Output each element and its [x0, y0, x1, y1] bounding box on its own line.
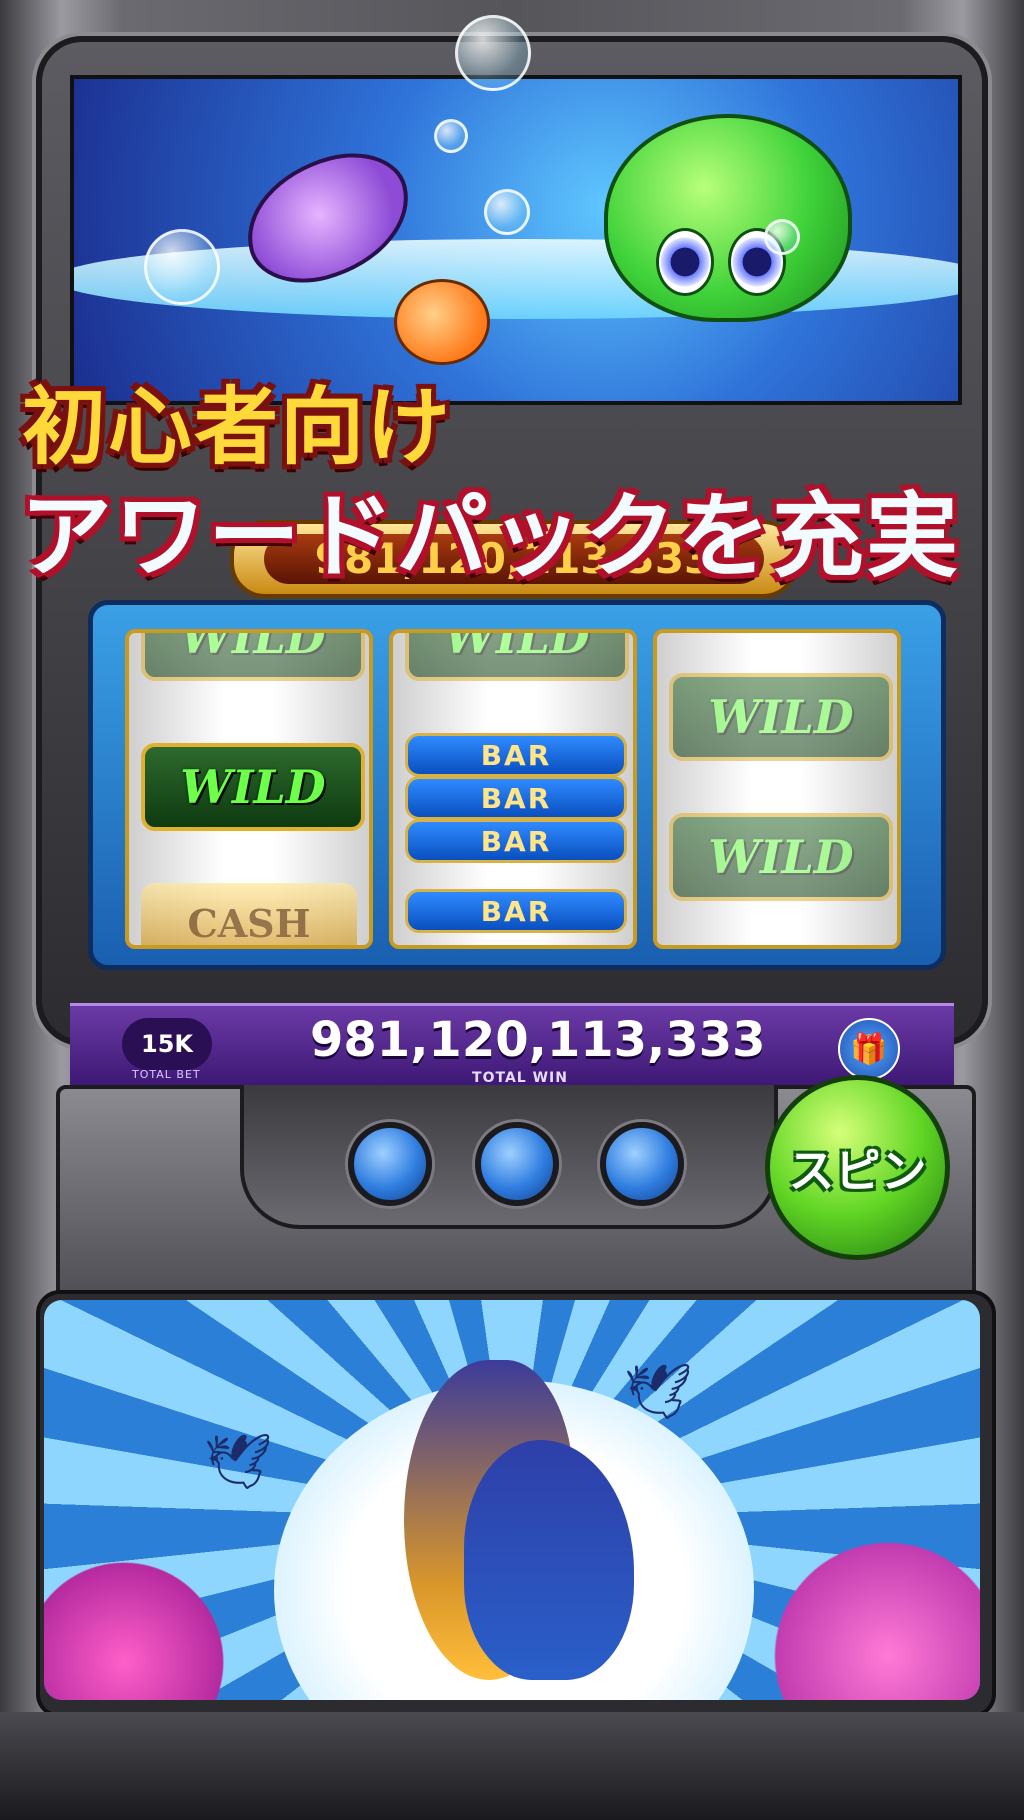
reel-symbol: WILD: [669, 673, 893, 761]
reel-window: WILD WILD CASH WILD BAR BAR BAR BAR WILD…: [88, 600, 946, 970]
info-bar: 15K TOTAL BET 981,120,113,333 TOTAL WIN …: [70, 1003, 954, 1086]
top-artwork: [70, 75, 962, 405]
bubble: [144, 229, 220, 305]
cabinet-base: [0, 1712, 1024, 1820]
squid-eye-left: [656, 228, 714, 296]
bubble: [434, 119, 468, 153]
reel-symbol: WILD: [141, 633, 365, 681]
reel-symbol: WILD: [405, 633, 629, 681]
reel-symbol: BAR: [405, 776, 627, 820]
total-bet-label: TOTAL BET: [132, 1068, 201, 1081]
reel-3: WILD WILD: [653, 629, 901, 949]
bubble: [764, 219, 800, 255]
total-bet-value[interactable]: 15K: [122, 1018, 212, 1070]
coral-left: [44, 1550, 244, 1700]
top-bubble: [455, 15, 531, 91]
bottom-artwork: 🕊 🕊: [44, 1300, 980, 1700]
stop-button-1[interactable]: [348, 1122, 432, 1206]
gift-icon[interactable]: 🎁: [838, 1018, 900, 1080]
fish-character: [394, 279, 490, 365]
seagull-icon: 🕊: [204, 1430, 273, 1493]
reel-1: WILD WILD CASH: [125, 629, 373, 949]
spin-button[interactable]: スピン: [765, 1075, 950, 1260]
reel-2: WILD BAR BAR BAR BAR: [389, 629, 637, 949]
reel-symbol: BAR: [405, 733, 627, 777]
reel-symbol: WILD: [669, 813, 893, 901]
stop-button-2[interactable]: [475, 1122, 559, 1206]
coral-right: [750, 1530, 980, 1700]
stop-button-3[interactable]: [600, 1122, 684, 1206]
seagull-icon: 🕊: [624, 1360, 693, 1423]
total-win-value: 981,120,113,333: [310, 1012, 766, 1068]
reel-symbol: WILD: [141, 743, 365, 831]
bubble: [484, 189, 530, 235]
reel-symbol: BAR: [405, 819, 627, 863]
reel-symbol: BAR: [405, 889, 627, 933]
total-win-label: TOTAL WIN: [472, 1070, 568, 1086]
reel-symbol: CASH: [141, 883, 357, 945]
promo-headline-line2: アワードパックを充実: [20, 483, 961, 590]
squid-character: [604, 114, 852, 322]
spin-button-label: スピン: [788, 1143, 927, 1198]
